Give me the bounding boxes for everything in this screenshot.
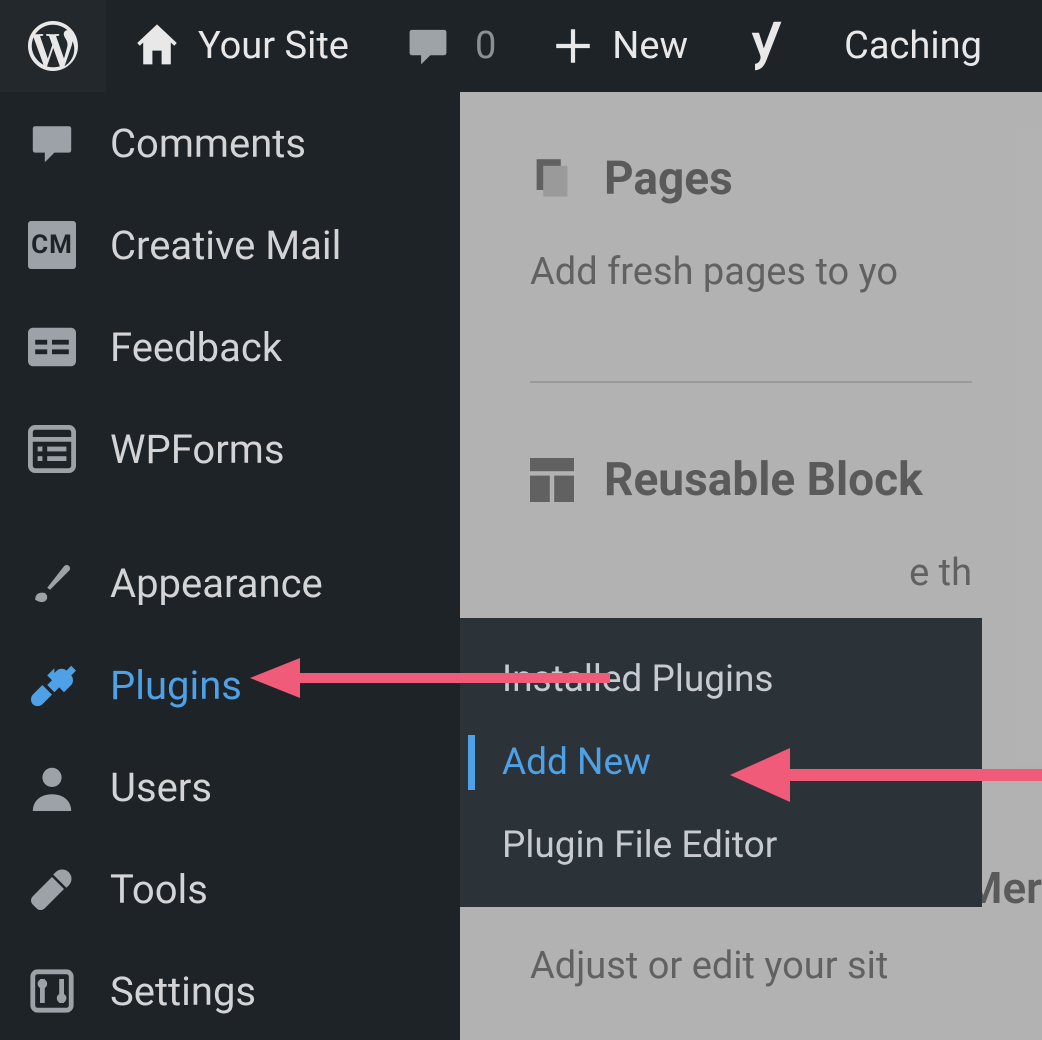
sidebar-item-label: Plugins bbox=[110, 662, 242, 709]
sliders-icon bbox=[28, 967, 76, 1015]
sidebar-item-users[interactable]: Users bbox=[0, 736, 460, 838]
sidebar-item-feedback[interactable]: Feedback bbox=[0, 296, 460, 398]
site-link[interactable]: Your Site bbox=[106, 0, 377, 92]
wordpress-icon bbox=[28, 21, 78, 71]
home-icon bbox=[134, 23, 180, 69]
sidebar-item-creative-mail[interactable]: CM Creative Mail bbox=[0, 194, 460, 296]
yoast-link[interactable] bbox=[716, 0, 816, 92]
sidebar-item-label: Creative Mail bbox=[110, 222, 341, 269]
comments-count: 0 bbox=[475, 24, 496, 68]
creative-mail-icon: CM bbox=[28, 221, 76, 269]
plug-icon bbox=[28, 661, 76, 709]
comment-icon bbox=[28, 119, 76, 167]
caching-link[interactable]: Caching bbox=[816, 0, 1010, 92]
plugins-submenu: Installed Plugins Add New Plugin File Ed… bbox=[460, 618, 982, 907]
submenu-label: Add New bbox=[502, 741, 651, 784]
sidebar-item-settings[interactable]: Settings bbox=[0, 940, 460, 1040]
plus-icon bbox=[552, 25, 594, 67]
adminbar-comments[interactable]: 0 bbox=[377, 0, 524, 92]
sidebar-item-label: Appearance bbox=[110, 560, 323, 607]
site-name: Your Site bbox=[198, 24, 349, 68]
wrench-icon bbox=[28, 865, 76, 913]
comment-bubble-icon bbox=[405, 23, 451, 69]
feedback-icon bbox=[28, 323, 76, 371]
sidebar-item-label: Settings bbox=[110, 968, 256, 1015]
sidebar-item-appearance[interactable]: Appearance bbox=[0, 532, 460, 634]
sidebar-item-label: Users bbox=[110, 764, 212, 811]
sidebar-item-label: Feedback bbox=[110, 324, 282, 371]
yoast-icon bbox=[744, 21, 788, 71]
sidebar-item-label: WPForms bbox=[110, 426, 285, 473]
sidebar-item-label: Tools bbox=[110, 866, 208, 913]
wpforms-icon bbox=[28, 425, 76, 473]
submenu-plugin-file-editor[interactable]: Plugin File Editor bbox=[460, 804, 982, 887]
caching-label: Caching bbox=[844, 24, 982, 68]
admin-sidebar: Comments CM Creative Mail Feedback WPFor… bbox=[0, 92, 460, 1040]
wp-logo[interactable] bbox=[0, 0, 106, 92]
new-label: New bbox=[612, 24, 688, 68]
sidebar-item-plugins[interactable]: Plugins bbox=[0, 634, 460, 736]
sidebar-item-wpforms[interactable]: WPForms bbox=[0, 398, 460, 500]
submenu-label: Installed Plugins bbox=[502, 658, 774, 701]
new-content[interactable]: New bbox=[524, 0, 716, 92]
submenu-installed-plugins[interactable]: Installed Plugins bbox=[460, 638, 982, 721]
sidebar-item-comments[interactable]: Comments bbox=[0, 92, 460, 194]
brush-icon bbox=[28, 559, 76, 607]
sidebar-item-label: Comments bbox=[110, 120, 306, 167]
sidebar-item-tools[interactable]: Tools bbox=[0, 838, 460, 940]
submenu-add-new[interactable]: Add New bbox=[460, 721, 982, 804]
admin-bar: Your Site 0 New Caching bbox=[0, 0, 1042, 92]
submenu-label: Plugin File Editor bbox=[502, 824, 777, 867]
user-icon bbox=[28, 763, 76, 811]
